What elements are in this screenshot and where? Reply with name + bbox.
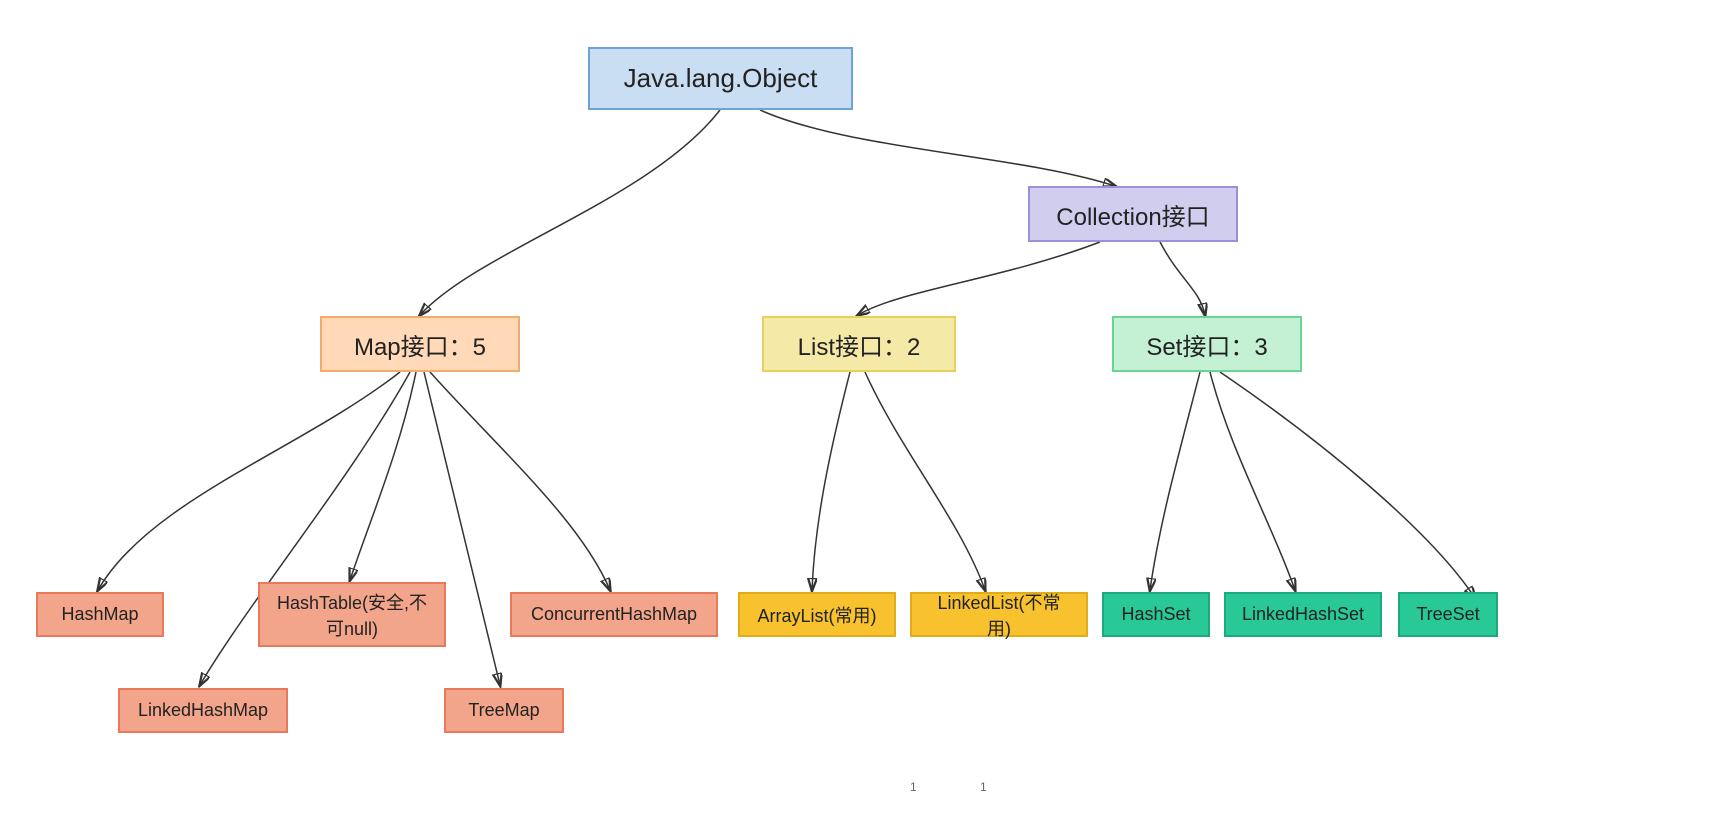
node-label: ConcurrentHashMap: [531, 604, 697, 625]
node-label: List接口：2: [798, 327, 921, 362]
footer-mark-2: 1: [980, 780, 987, 794]
node-label: LinkedList(不常用): [928, 589, 1070, 641]
node-label: TreeSet: [1416, 604, 1479, 625]
node-root: Java.lang.Object: [588, 47, 853, 110]
node-map: Map接口：5: [320, 316, 520, 372]
footer-mark-1: 1: [910, 780, 917, 794]
node-label: Java.lang.Object: [624, 63, 818, 94]
node-label: Map接口：5: [354, 327, 486, 362]
node-label: LinkedHashMap: [138, 700, 268, 721]
node-label: HashSet: [1121, 604, 1190, 625]
node-label: TreeMap: [468, 700, 539, 721]
node-linkedhashmap: LinkedHashMap: [118, 688, 288, 733]
node-set: Set接口：3: [1112, 316, 1302, 372]
node-label: HashMap: [61, 604, 138, 625]
node-hashmap: HashMap: [36, 592, 164, 637]
node-treeset: TreeSet: [1398, 592, 1498, 637]
node-concurrenthashmap: ConcurrentHashMap: [510, 592, 718, 637]
node-linkedlist: LinkedList(不常用): [910, 592, 1088, 637]
node-label: HashTable(安全,不可null): [276, 589, 428, 641]
node-collection: Collection接口: [1028, 186, 1238, 242]
node-label: ArrayList(常用): [757, 602, 876, 628]
node-hashset: HashSet: [1102, 592, 1210, 637]
node-label: Set接口：3: [1146, 327, 1267, 362]
node-label: Collection接口: [1056, 197, 1209, 232]
node-linkedhashset: LinkedHashSet: [1224, 592, 1382, 637]
node-arraylist: ArrayList(常用): [738, 592, 896, 637]
node-label: LinkedHashSet: [1242, 604, 1364, 625]
node-hashtable: HashTable(安全,不可null): [258, 582, 446, 647]
node-treemap: TreeMap: [444, 688, 564, 733]
node-list: List接口：2: [762, 316, 956, 372]
